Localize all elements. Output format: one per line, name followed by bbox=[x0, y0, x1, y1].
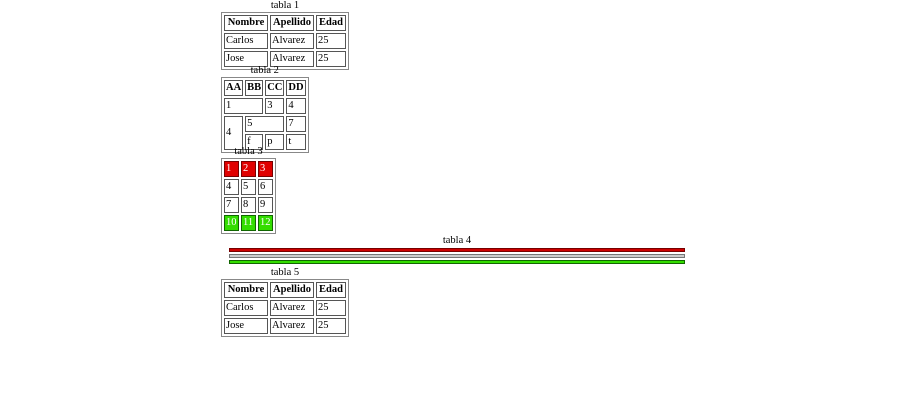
table-cell: 8 bbox=[241, 197, 256, 213]
table-cell: 9 bbox=[258, 197, 273, 213]
table-cell: 3 bbox=[258, 161, 273, 177]
tabla-3-caption: tabla 3 bbox=[234, 146, 263, 157]
cell-dd: 7 bbox=[286, 116, 306, 132]
cell-nombre: Carlos bbox=[224, 300, 268, 316]
header-edad: Edad bbox=[316, 282, 346, 298]
cell-dd: t bbox=[286, 134, 306, 150]
cell-apellido: Alvarez bbox=[270, 318, 314, 334]
cell-apellido: Alvarez bbox=[270, 300, 314, 316]
cell-aa-rowspan: 4 bbox=[224, 116, 244, 150]
header-apellido: Apellido bbox=[270, 15, 314, 31]
table-cell: 12 bbox=[258, 215, 273, 231]
table-row: Jose Alvarez 25 bbox=[224, 318, 346, 334]
table-header-row: AA BB CC DD bbox=[224, 80, 306, 96]
table-header-row: Nombre Apellido Edad bbox=[224, 282, 346, 298]
table-row-red bbox=[229, 248, 685, 252]
table-cell: 6 bbox=[258, 179, 273, 195]
table-header-row: Nombre Apellido Edad bbox=[224, 15, 346, 31]
tabla-4: tabla 4 bbox=[229, 235, 685, 264]
cell-aa-bb: 1 bbox=[224, 98, 264, 114]
cell-cc: 3 bbox=[265, 98, 285, 114]
cell-dd: 4 bbox=[286, 98, 306, 114]
cell-apellido: Alvarez bbox=[270, 33, 314, 49]
cell-bb-cc: 5 bbox=[245, 116, 285, 132]
cell-edad: 25 bbox=[316, 51, 346, 67]
table-row-gray bbox=[229, 254, 685, 258]
table-row: Carlos Alvarez 25 bbox=[224, 300, 346, 316]
cell-edad: 25 bbox=[316, 318, 346, 334]
header-dd: DD bbox=[286, 80, 306, 96]
tabla-2-caption: tabla 2 bbox=[250, 65, 279, 76]
table-cell: 2 bbox=[241, 161, 256, 177]
cell-nombre: Jose bbox=[224, 318, 268, 334]
header-apellido: Apellido bbox=[270, 282, 314, 298]
table-row-red: 1 2 3 bbox=[224, 161, 273, 177]
header-aa: AA bbox=[224, 80, 244, 96]
table-row: 4 5 7 bbox=[224, 116, 306, 150]
tabla-4-caption: tabla 4 bbox=[442, 235, 472, 246]
table-row-green bbox=[229, 260, 685, 264]
cell-edad: 25 bbox=[316, 300, 346, 316]
table-row-green: 10 11 12 bbox=[224, 215, 273, 231]
header-bb: BB bbox=[245, 80, 264, 96]
table-row: Carlos Alvarez 25 bbox=[224, 33, 346, 49]
header-nombre: Nombre bbox=[224, 282, 268, 298]
header-cc: CC bbox=[265, 80, 285, 96]
header-nombre: Nombre bbox=[224, 15, 268, 31]
table-cell: 11 bbox=[241, 215, 256, 231]
tabla-1-caption: tabla 1 bbox=[270, 0, 300, 11]
tabla-3: tabla 3 1 2 3 4 5 6 7 8 9 10 11 12 bbox=[221, 146, 276, 234]
table-cell: 5 bbox=[241, 179, 256, 195]
cell-edad: 25 bbox=[316, 33, 346, 49]
tabla-2: tabla 2 AA BB CC DD 1 3 4 4 5 7 f p t bbox=[221, 65, 309, 153]
tabla-5-caption: tabla 5 bbox=[270, 267, 300, 278]
table-row: 1 3 4 bbox=[224, 98, 306, 114]
table-cell: 1 bbox=[224, 161, 239, 177]
table-cell: 4 bbox=[224, 179, 239, 195]
tabla-1: tabla 1 Nombre Apellido Edad Carlos Alva… bbox=[221, 0, 349, 70]
table-row: 4 5 6 bbox=[224, 179, 273, 195]
tabla-5: tabla 5 Nombre Apellido Edad Carlos Alva… bbox=[221, 267, 349, 337]
table-cell: 10 bbox=[224, 215, 239, 231]
table-row: 7 8 9 bbox=[224, 197, 273, 213]
table-cell: 7 bbox=[224, 197, 239, 213]
header-edad: Edad bbox=[316, 15, 346, 31]
cell-nombre: Carlos bbox=[224, 33, 268, 49]
